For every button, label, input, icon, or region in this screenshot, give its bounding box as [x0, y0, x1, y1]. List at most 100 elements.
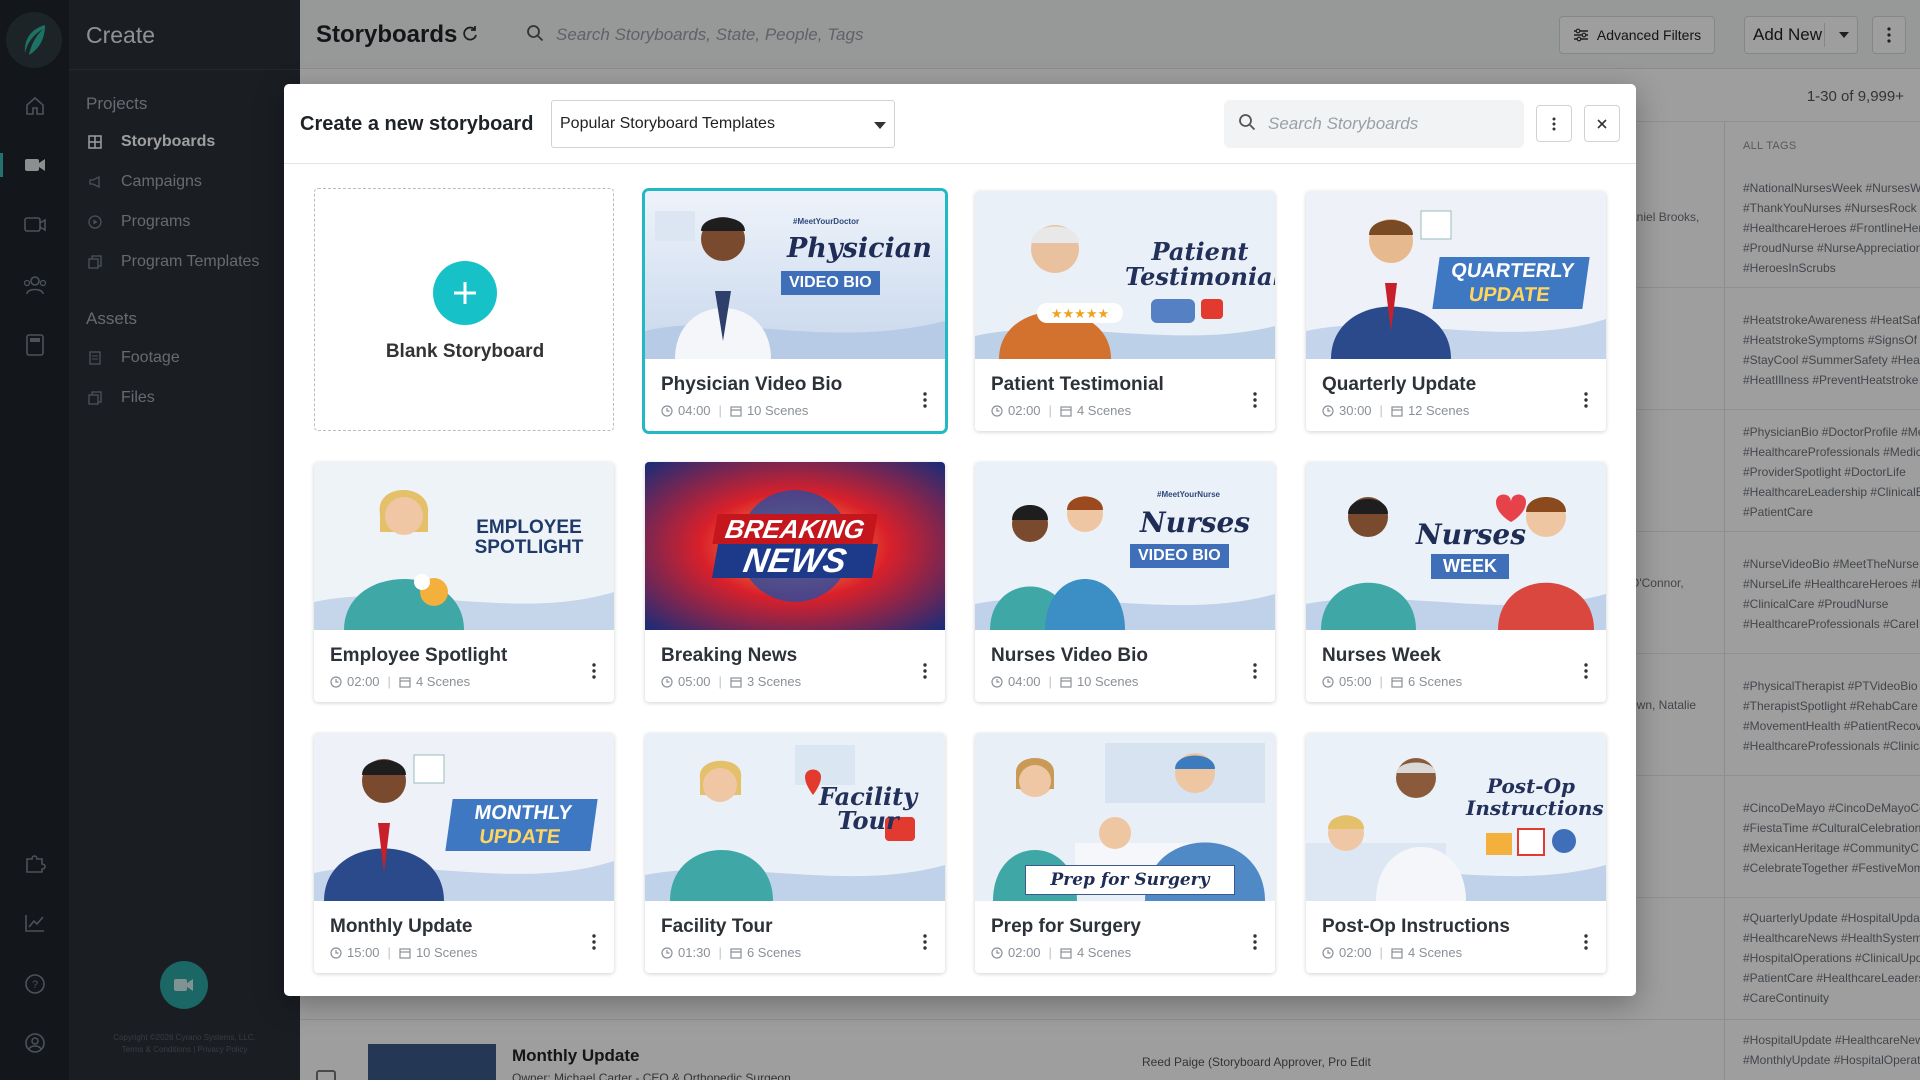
meta-divider: | [718, 945, 722, 960]
thumbnail-title: MONTHLY UPDATE [445, 799, 598, 851]
template-duration: 30:00 [1339, 403, 1372, 418]
thumbnail-title: Nurses [1415, 518, 1527, 551]
meta-divider: | [1048, 674, 1052, 689]
template-duration: 02:00 [1008, 403, 1041, 418]
card-menu-button[interactable] [915, 927, 935, 957]
template-meta: 02:00 | 4 Scenes [1322, 945, 1462, 960]
clock-icon [661, 946, 673, 959]
calendar-icon [730, 405, 742, 417]
clock-icon [330, 946, 342, 959]
calendar-icon [1060, 676, 1072, 688]
template-card-quarterly-update[interactable]: QUARTERLY UPDATE Quarterly Update 30:00 … [1306, 191, 1606, 431]
template-card-employee-spotlight[interactable]: EMPLOYEE SPOTLIGHT Employee Spotlight 02… [314, 462, 614, 702]
template-card-nurses-video-bio[interactable]: #MeetYourNurse Nurses VIDEO BIO Nurses V… [975, 462, 1275, 702]
template-duration: 15:00 [347, 945, 380, 960]
template-thumbnail: EMPLOYEE SPOTLIGHT [314, 462, 614, 630]
thumbnail-title-line: Post-Op [1486, 774, 1576, 798]
close-button[interactable] [1584, 105, 1620, 142]
kebab-icon [1584, 392, 1588, 408]
modal-title: Create a new storyboard [300, 113, 534, 135]
template-card-monthly-update[interactable]: MONTHLY UPDATE Monthly Update 15:00 | 10… [314, 733, 614, 973]
calendar-icon [1060, 947, 1072, 959]
clock-icon [991, 675, 1003, 688]
kebab-icon [592, 663, 596, 679]
card-menu-button[interactable] [1245, 927, 1265, 957]
template-duration: 02:00 [1339, 945, 1372, 960]
kebab-icon [923, 392, 927, 408]
card-menu-button[interactable] [1245, 656, 1265, 686]
thumbnail-title: Facility Tour [813, 785, 923, 833]
thumbnail-title: BREAKING NEWS [712, 514, 878, 580]
template-meta: 15:00 | 10 Scenes [330, 945, 477, 960]
template-title: Patient Testimonial [991, 374, 1164, 395]
calendar-icon [399, 947, 411, 959]
thumbnail-title-line: QUARTERLY [1449, 260, 1576, 282]
card-menu-button[interactable] [1576, 656, 1596, 686]
card-menu-button[interactable] [1576, 927, 1596, 957]
thumbnail-title-line: MONTHLY [473, 802, 574, 824]
modal-more-button[interactable] [1536, 105, 1572, 142]
clock-icon [330, 675, 342, 688]
card-menu-button[interactable] [584, 656, 604, 686]
template-title: Quarterly Update [1322, 374, 1477, 395]
template-scenes: 12 Scenes [1407, 403, 1470, 418]
thumbnail-title: Physician [787, 233, 932, 264]
thumbnail-title: Post-Op Instructions [1466, 774, 1604, 820]
plus-icon [433, 261, 497, 325]
thumbnail-title-line: UPDATE [1467, 284, 1552, 306]
template-duration: 01:30 [678, 945, 711, 960]
card-menu-button[interactable] [1576, 385, 1596, 415]
kebab-icon [923, 663, 927, 679]
card-menu-button[interactable] [915, 385, 935, 415]
meta-divider: | [387, 945, 391, 960]
clock-icon [661, 404, 673, 417]
clock-icon [1322, 404, 1334, 417]
template-title: Physician Video Bio [661, 374, 843, 395]
template-card-facility-tour[interactable]: Facility Tour Facility Tour 01:30 | 6 Sc… [645, 733, 945, 973]
card-menu-button[interactable] [1245, 385, 1265, 415]
meta-divider: | [1379, 403, 1383, 418]
meta-divider: | [1379, 945, 1383, 960]
calendar-icon [1391, 947, 1403, 959]
template-scenes: 4 Scenes [1076, 403, 1132, 418]
template-title: Breaking News [661, 645, 798, 666]
template-search-input[interactable]: Search Storyboards [1224, 100, 1524, 148]
template-card-prep-for-surgery[interactable]: Prep for Surgery Prep for Surgery 02:00 … [975, 733, 1275, 973]
template-card-physician-video-bio[interactable]: #MeetYourDoctor Physician VIDEO BIO Phys… [645, 191, 945, 431]
chevron-down-icon [874, 122, 886, 129]
template-meta: 02:00 | 4 Scenes [991, 945, 1131, 960]
thumbnail-title-line: Instructions [1466, 796, 1604, 820]
template-duration: 05:00 [678, 674, 711, 689]
kebab-icon [1584, 663, 1588, 679]
template-card-nurses-week[interactable]: Nurses WEEK Nurses Week 05:00 | 6 Scenes [1306, 462, 1606, 702]
card-menu-button[interactable] [915, 656, 935, 686]
template-card-patient-testimonial[interactable]: ★★★★★ Patient Testimonial Patient Testim… [975, 191, 1275, 431]
template-category-select[interactable]: Popular Storyboard Templates [551, 100, 895, 148]
template-meta: 02:00 | 4 Scenes [991, 403, 1131, 418]
template-thumbnail: #MeetYourNurse Nurses VIDEO BIO [975, 462, 1275, 630]
card-menu-button[interactable] [584, 927, 604, 957]
kebab-icon [1552, 117, 1556, 130]
template-thumbnail: BREAKING NEWS [645, 462, 945, 630]
clock-icon [1322, 675, 1334, 688]
template-scenes: 3 Scenes [746, 674, 802, 689]
template-card-breaking-news[interactable]: BREAKING NEWS Breaking News 05:00 | 3 Sc… [645, 462, 945, 702]
calendar-icon [1391, 405, 1403, 417]
template-card-post-op-instructions[interactable]: Post-Op Instructions Post-Op Instruction… [1306, 733, 1606, 973]
template-meta: 04:00 | 10 Scenes [661, 403, 808, 418]
thumbnail-title-line: Tour [837, 806, 899, 835]
template-scenes: 4 Scenes [415, 674, 471, 689]
kebab-icon [1584, 934, 1588, 950]
thumbnail-badge: WEEK [1431, 554, 1509, 579]
template-title: Prep for Surgery [991, 916, 1141, 937]
thumbnail-banner: Prep for Surgery [1025, 865, 1235, 895]
template-thumbnail: ★★★★★ Patient Testimonial [975, 191, 1275, 359]
template-duration: 02:00 [347, 674, 380, 689]
kebab-icon [923, 934, 927, 950]
meta-divider: | [387, 674, 391, 689]
meta-divider: | [1379, 674, 1383, 689]
template-scenes: 4 Scenes [1407, 945, 1463, 960]
template-duration: 02:00 [1008, 945, 1041, 960]
clock-icon [991, 946, 1003, 959]
blank-storyboard-card[interactable]: Blank Storyboard [314, 188, 614, 431]
